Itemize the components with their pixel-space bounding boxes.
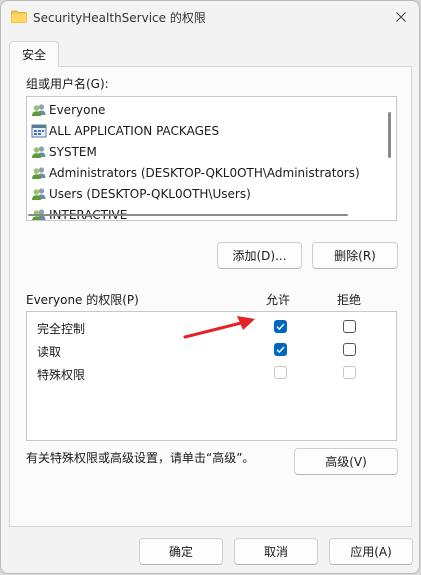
folder-icon	[11, 10, 27, 23]
groups-label: 组或用户名(G):	[26, 77, 109, 91]
deny-full-control-checkbox[interactable]	[343, 320, 356, 333]
cancel-button[interactable]: 取消	[234, 538, 318, 565]
allow-special-checkbox	[274, 366, 287, 379]
app-packages-icon	[31, 123, 47, 139]
permission-label: 特殊权限	[37, 368, 86, 382]
permission-label: 完全控制	[37, 322, 86, 336]
list-item-label: Everyone	[49, 102, 106, 117]
security-panel: 组或用户名(G): Everyone ALL APPLICATION PACKA…	[9, 66, 412, 527]
allow-header: 允许	[266, 293, 291, 307]
permissions-dialog: SecurityHealthService 的权限 安全 组或用户名(G): E…	[0, 0, 420, 574]
title-bar: SecurityHealthService 的权限	[1, 1, 419, 33]
list-item-label: Administrators (DESKTOP-QKL0OTH\Administ…	[49, 165, 360, 180]
users-icon	[31, 186, 47, 202]
close-icon[interactable]	[389, 5, 413, 29]
horizontal-scrollbar[interactable]	[28, 209, 383, 219]
permission-label: 读取	[37, 345, 62, 359]
deny-read-checkbox[interactable]	[343, 343, 356, 356]
deny-special-checkbox	[343, 366, 356, 379]
list-item[interactable]: SYSTEM	[31, 141, 97, 162]
list-item-label: Users (DESKTOP-QKL0OTH\Users)	[49, 186, 251, 201]
list-item[interactable]: Administrators (DESKTOP-QKL0OTH\Administ…	[31, 162, 360, 183]
advanced-hint: 有关特殊权限或高级设置，请单击“高级”。	[26, 451, 255, 465]
red-arrow-annotation	[183, 316, 255, 339]
add-button[interactable]: 添加(D)...	[217, 242, 302, 269]
allow-full-control-checkbox[interactable]	[274, 320, 287, 333]
advanced-button[interactable]: 高级(V)	[294, 448, 398, 475]
vertical-scrollbar[interactable]	[383, 99, 395, 205]
deny-header: 拒绝	[337, 293, 362, 307]
horizontal-scroll-thumb[interactable]	[28, 214, 348, 216]
list-item[interactable]: Everyone	[31, 99, 105, 120]
groups-listbox[interactable]: Everyone ALL APPLICATION PACKAGES SYSTEM	[26, 96, 397, 221]
ok-button[interactable]: 确定	[139, 538, 223, 565]
users-icon	[31, 144, 47, 160]
permissions-title: Everyone 的权限(P)	[26, 293, 139, 307]
remove-button[interactable]: 删除(R)	[312, 242, 398, 269]
users-icon	[31, 165, 47, 181]
vertical-scroll-thumb[interactable]	[388, 112, 391, 158]
tab-security-label: 安全	[21, 48, 46, 62]
list-item[interactable]: ALL APPLICATION PACKAGES	[31, 120, 219, 141]
apply-button[interactable]: 应用(A)	[329, 538, 413, 565]
users-icon	[31, 102, 47, 118]
list-item[interactable]: Users (DESKTOP-QKL0OTH\Users)	[31, 183, 251, 204]
window-title: SecurityHealthService 的权限	[33, 11, 206, 25]
list-item-label: SYSTEM	[49, 144, 97, 159]
tab-security[interactable]: 安全	[9, 41, 59, 67]
groups-list: Everyone ALL APPLICATION PACKAGES SYSTEM	[27, 97, 383, 220]
list-item-label: ALL APPLICATION PACKAGES	[49, 123, 220, 138]
allow-read-checkbox[interactable]	[274, 343, 287, 356]
